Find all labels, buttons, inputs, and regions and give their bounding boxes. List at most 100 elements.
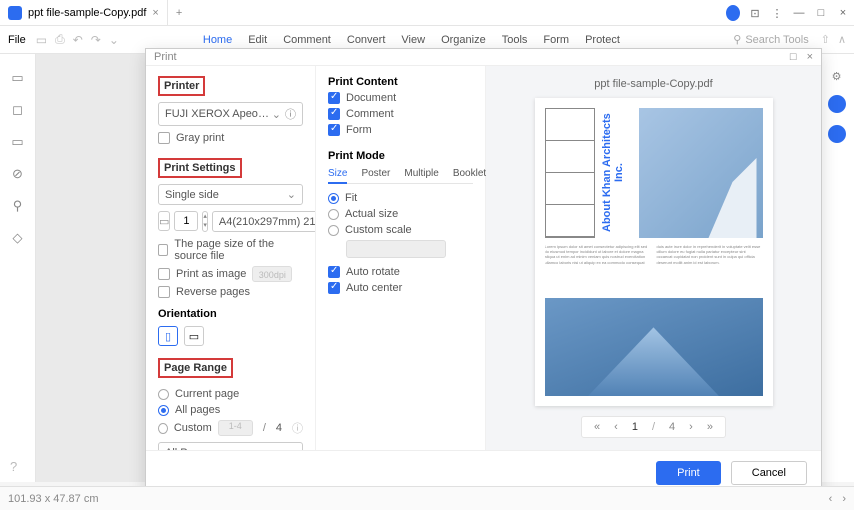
page-dimensions: 101.93 x 47.87 cm (8, 493, 99, 505)
menu-convert[interactable]: Convert (347, 34, 386, 46)
page-subset-select[interactable]: All Pages⌄ (158, 442, 303, 450)
menu-protect[interactable]: Protect (585, 34, 620, 46)
pager-prev-icon[interactable]: ‹ (610, 421, 622, 433)
pager-last-icon[interactable]: » (703, 421, 717, 433)
range-info-icon[interactable]: ⓘ (292, 420, 303, 436)
search-tools[interactable]: ⚲ Search Tools (733, 33, 808, 46)
dialog-title: Print (154, 51, 790, 63)
close-tab-icon[interactable]: × (152, 7, 158, 19)
thumbnails-icon[interactable]: ▭ (11, 70, 23, 86)
preview-table (545, 108, 595, 238)
form-checkbox[interactable] (328, 124, 340, 136)
feedback-icon[interactable]: ⊡ (748, 7, 762, 20)
actual-size-radio[interactable] (328, 209, 339, 220)
settings-icon[interactable]: ⚙ (832, 70, 842, 83)
paper-size-select[interactable]: A4(210x297mm) 21⌄ (212, 211, 316, 232)
undo-icon[interactable]: ↶ (73, 33, 83, 47)
orientation-label: Orientation (158, 308, 303, 320)
print-as-image-checkbox[interactable] (158, 268, 170, 280)
print-button[interactable]: Print (656, 461, 721, 485)
reverse-pages-checkbox[interactable] (158, 286, 170, 298)
print-icon[interactable]: ⎙ (55, 32, 65, 47)
dpi-input: 300dpi (252, 266, 292, 282)
copies-spinner[interactable]: ▴▾ (202, 211, 208, 232)
preview-filename: ppt file-sample-Copy.pdf (594, 78, 712, 90)
custom-range-input: 1-4 (218, 420, 253, 436)
save-icon[interactable]: ▭ (36, 33, 47, 47)
translate-icon[interactable] (828, 125, 846, 143)
comment-checkbox[interactable] (328, 108, 340, 120)
auto-rotate-checkbox[interactable] (328, 266, 340, 278)
auto-center-checkbox[interactable] (328, 282, 340, 294)
tab-title: ppt file-sample-Copy.pdf (28, 7, 146, 19)
menu-organize[interactable]: Organize (441, 34, 486, 46)
preview-sidetext: About Khan Architects Inc. (601, 108, 633, 238)
menu-comment[interactable]: Comment (283, 34, 331, 46)
printer-select[interactable]: FUJI XEROX ApeosPort-VI C3370 ⌄ ⓘ (158, 102, 303, 126)
print-mode-tabs: Size Poster Multiple Booklet (328, 168, 473, 184)
cancel-button[interactable]: Cancel (731, 461, 807, 485)
redo-icon[interactable]: ↷ (91, 33, 101, 47)
document-checkbox[interactable] (328, 92, 340, 104)
attachment-icon[interactable]: ⊘ (12, 166, 23, 182)
layers-icon[interactable]: ▭ (11, 134, 23, 150)
custom-scale-radio[interactable] (328, 225, 339, 236)
tab-poster[interactable]: Poster (361, 168, 390, 179)
pager-first-icon[interactable]: « (590, 421, 604, 433)
share-icon[interactable]: ⇧ (821, 33, 830, 46)
custom-range-radio[interactable] (158, 423, 168, 434)
copies-input[interactable] (174, 211, 198, 231)
tab-multiple[interactable]: Multiple (404, 168, 438, 179)
current-page-radio[interactable] (158, 389, 169, 400)
preview-pager: « ‹ 1 / 4 › » (581, 416, 726, 438)
file-menu[interactable]: File (8, 34, 26, 46)
print-mode-label: Print Mode (328, 150, 473, 162)
minimize-icon[interactable]: — (792, 7, 806, 19)
print-settings-section-label: Print Settings (158, 158, 242, 178)
scale-input (346, 240, 446, 258)
bookmarks-icon[interactable]: ◻ (12, 102, 23, 118)
help-icon[interactable]: ? (10, 459, 17, 474)
menu-tools[interactable]: Tools (502, 34, 528, 46)
nav-next-icon[interactable]: › (842, 493, 846, 505)
close-window-icon[interactable]: × (836, 7, 850, 19)
dialog-close-icon[interactable]: × (807, 51, 813, 63)
landscape-button[interactable]: ▭ (184, 326, 204, 346)
ai-assist-icon[interactable] (828, 95, 846, 113)
menu-edit[interactable]: Edit (248, 34, 267, 46)
search-icon: ⚲ (733, 33, 741, 46)
user-avatar[interactable] (726, 5, 740, 21)
add-tab-icon[interactable]: + (168, 7, 190, 19)
statusbar: 101.93 x 47.87 cm ‹ › (0, 486, 854, 510)
menu-home[interactable]: Home (203, 34, 232, 46)
stamp-icon[interactable]: ◇ (13, 230, 23, 246)
maximize-icon[interactable]: □ (814, 7, 828, 19)
search-panel-icon[interactable]: ⚲ (13, 198, 23, 214)
pager-current: 1 (628, 421, 642, 433)
print-settings-column: Printer FUJI XEROX ApeosPort-VI C3370 ⌄ … (146, 66, 316, 450)
dialog-maximize-icon[interactable]: □ (790, 51, 797, 63)
titlebar: ppt file-sample-Copy.pdf × + ⊡ ⋮ — □ × (0, 0, 854, 26)
document-tab[interactable]: ppt file-sample-Copy.pdf × (0, 0, 168, 26)
menu-view[interactable]: View (401, 34, 425, 46)
portrait-button[interactable]: ▯ (158, 326, 178, 346)
source-page-size-checkbox[interactable] (158, 244, 168, 256)
all-pages-radio[interactable] (158, 405, 169, 416)
pager-next-icon[interactable]: › (685, 421, 697, 433)
nav-prev-icon[interactable]: ‹ (829, 493, 833, 505)
chevron-down-icon[interactable]: ⌄ (109, 33, 119, 47)
sides-select[interactable]: Single side⌄ (158, 184, 303, 205)
expand-icon[interactable]: ∧ (838, 33, 846, 46)
printer-section-label: Printer (158, 76, 205, 96)
printer-info-icon[interactable]: ⓘ (285, 106, 296, 122)
fit-radio[interactable] (328, 193, 339, 204)
tab-booklet[interactable]: Booklet (453, 168, 486, 179)
menu-form[interactable]: Form (543, 34, 569, 46)
tab-size[interactable]: Size (328, 168, 347, 184)
pager-total: 4 (665, 421, 679, 433)
window-controls: ⊡ ⋮ — □ × (726, 0, 850, 26)
gray-print-checkbox[interactable] (158, 132, 170, 144)
menu-dots-icon[interactable]: ⋮ (770, 7, 784, 20)
preview-bottom-image (545, 298, 763, 396)
app-icon (8, 6, 22, 20)
